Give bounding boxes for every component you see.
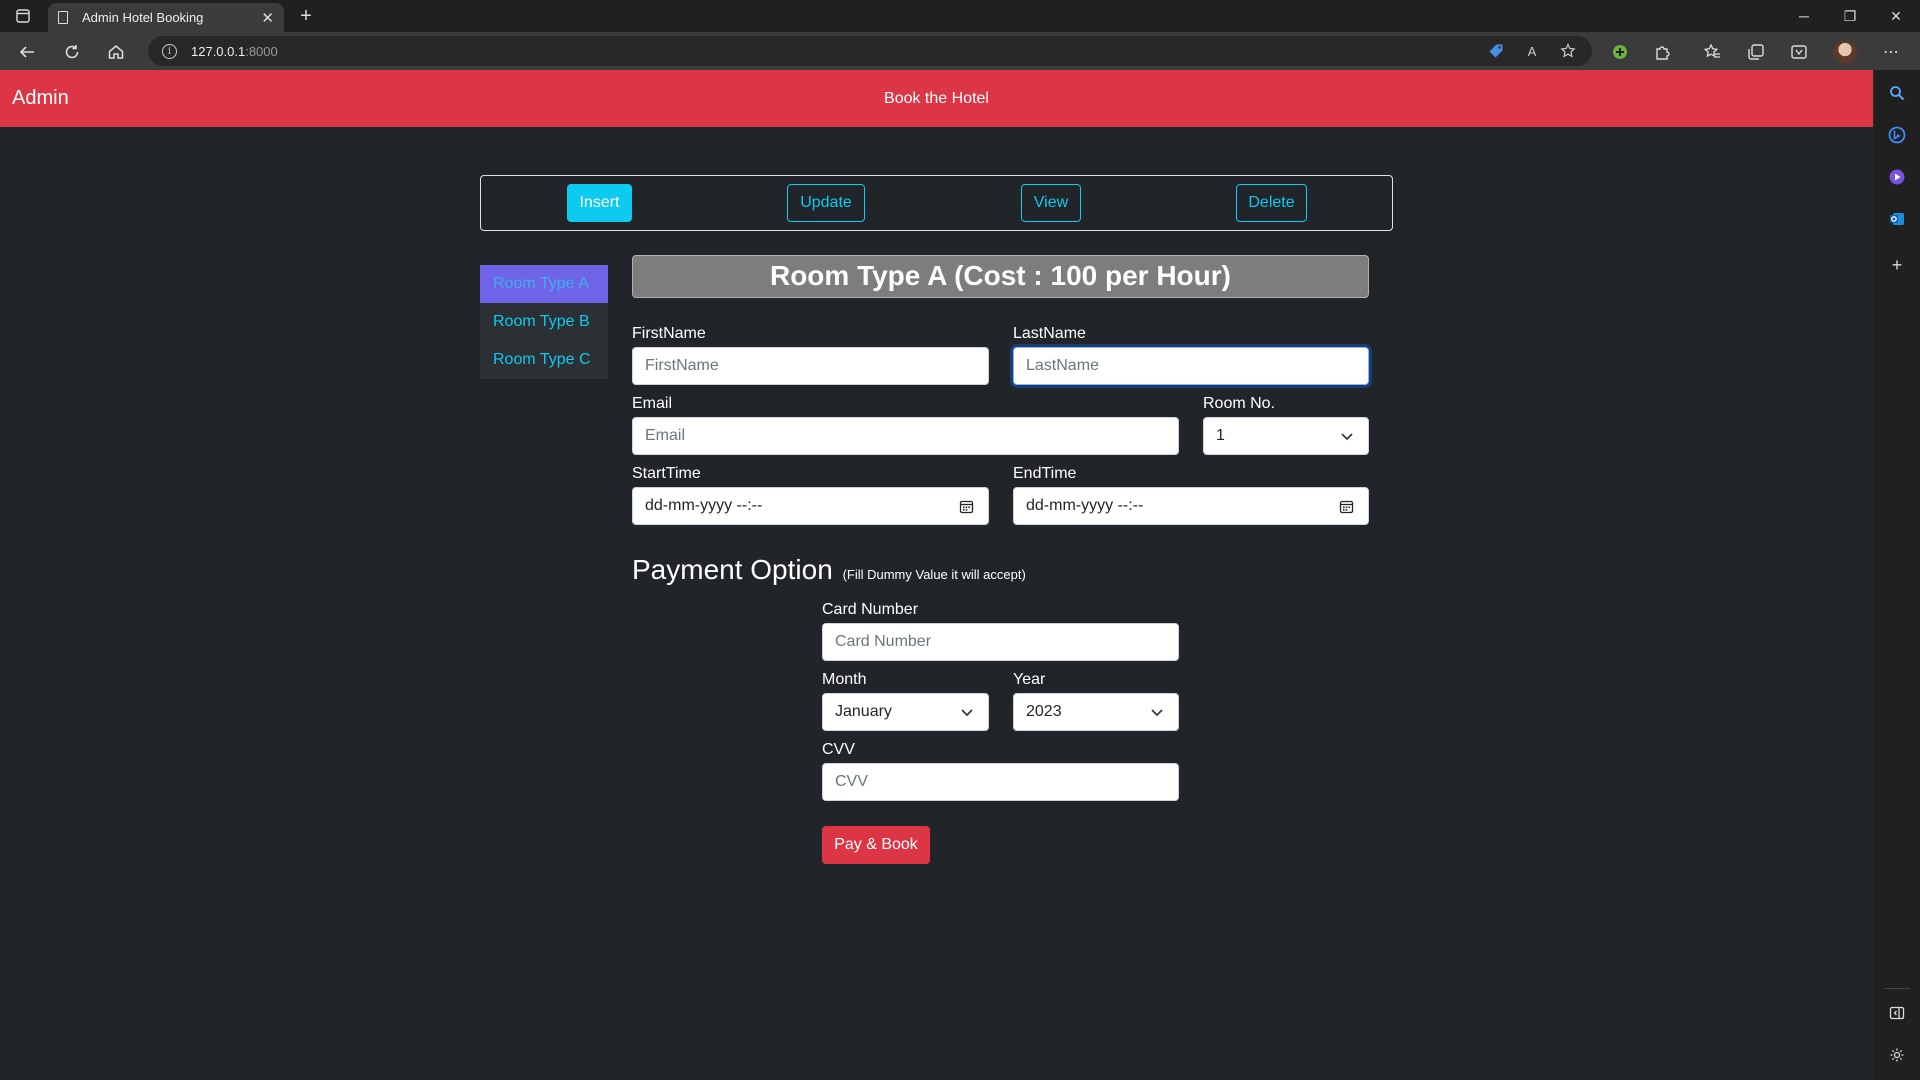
edge-sidebar: + xyxy=(1873,70,1920,1080)
page-icon xyxy=(58,11,68,24)
room-no-value: 1 xyxy=(1216,427,1225,444)
minimize-button[interactable]: ─ xyxy=(1781,0,1827,32)
action-toolbar: Insert Update View Delete xyxy=(480,175,1393,231)
view-button[interactable]: View xyxy=(1021,184,1081,222)
url-host: 127.0.0.1 xyxy=(191,43,246,59)
year-value: 2023 xyxy=(1026,703,1062,720)
refresh-icon[interactable] xyxy=(58,38,86,66)
calendar-icon[interactable] xyxy=(959,499,974,514)
browser-tab-bar: Admin Hotel Booking ✕ + ─ ❐ ✕ xyxy=(0,0,1920,32)
browser-tab[interactable]: Admin Hotel Booking ✕ xyxy=(48,3,284,32)
read-aloud-icon[interactable]: A xyxy=(1520,39,1544,63)
month-select[interactable]: January xyxy=(822,693,989,731)
card-number-label: Card Number xyxy=(822,601,919,618)
browser-essentials-icon[interactable] xyxy=(1785,38,1813,66)
starttime-value: dd-mm-yyyy --:-- xyxy=(645,497,763,514)
endtime-input[interactable]: dd-mm-yyyy --:-- xyxy=(1013,487,1369,525)
collections-icon[interactable] xyxy=(1742,38,1770,66)
page-content: Book the Hotel Admin Insert Update View … xyxy=(0,70,1873,1080)
calendar-icon[interactable] xyxy=(1339,499,1354,514)
room-no-label: Room No. xyxy=(1203,395,1276,412)
url-port: :8000 xyxy=(245,43,278,59)
navbar-brand[interactable]: Admin xyxy=(12,70,69,127)
room-no-select[interactable]: 1 xyxy=(1203,417,1369,455)
back-icon[interactable] xyxy=(13,38,41,66)
year-select[interactable]: 2023 xyxy=(1013,693,1179,731)
add-sidebar-app-icon[interactable]: + xyxy=(1884,252,1910,278)
tab-title: Admin Hotel Booking xyxy=(82,10,204,25)
navbar: Book the Hotel Admin xyxy=(0,70,1873,127)
payment-heading-text: Payment Option xyxy=(632,554,833,585)
month-label: Month xyxy=(822,671,867,688)
chevron-down-icon xyxy=(1151,709,1163,717)
update-button[interactable]: Update xyxy=(787,184,865,222)
browser-toolbar: i 127.0.0.1:8000 A ⋯ xyxy=(0,32,1920,70)
delete-button[interactable]: Delete xyxy=(1236,184,1307,222)
games-icon[interactable] xyxy=(1884,164,1910,190)
cvv-label: CVV xyxy=(822,741,855,758)
endtime-label: EndTime xyxy=(1013,465,1077,482)
room-type-c-tab[interactable]: Room Type C xyxy=(480,341,608,379)
new-tab-button[interactable]: + xyxy=(294,3,318,29)
month-value: January xyxy=(835,703,892,720)
room-title: Room Type A (Cost : 100 per Hour) xyxy=(632,255,1369,298)
endtime-value: dd-mm-yyyy --:-- xyxy=(1026,497,1144,514)
starttime-label: StartTime xyxy=(632,465,701,482)
favorite-star-icon[interactable] xyxy=(1556,39,1580,63)
payment-heading: Payment Option (Fill Dummy Value it will… xyxy=(632,554,1026,586)
firstname-label: FirstName xyxy=(632,325,706,342)
room-type-list: Room Type A Room Type B Room Type C xyxy=(480,265,608,379)
close-tab-icon[interactable]: ✕ xyxy=(261,9,274,27)
year-label: Year xyxy=(1013,671,1046,688)
home-icon[interactable] xyxy=(102,38,130,66)
card-number-input[interactable] xyxy=(822,623,1179,661)
payment-note: (Fill Dummy Value it will accept) xyxy=(842,567,1026,582)
chevron-down-icon xyxy=(1341,433,1353,441)
starttime-input[interactable]: dd-mm-yyyy --:-- xyxy=(632,487,989,525)
room-type-b-tab[interactable]: Room Type B xyxy=(480,303,608,341)
extension-green-icon[interactable] xyxy=(1606,38,1634,66)
restore-button[interactable]: ❐ xyxy=(1827,0,1873,32)
bing-copilot-icon[interactable] xyxy=(1884,122,1910,148)
tab-actions-icon[interactable] xyxy=(0,0,46,32)
close-window-button[interactable]: ✕ xyxy=(1873,0,1919,32)
extensions-puzzle-icon[interactable] xyxy=(1649,38,1677,66)
profile-avatar[interactable] xyxy=(1833,40,1857,64)
email-input[interactable] xyxy=(632,417,1179,455)
outlook-icon[interactable] xyxy=(1884,206,1910,232)
navbar-title[interactable]: Book the Hotel xyxy=(0,70,1873,127)
chevron-down-icon xyxy=(961,709,973,717)
room-type-a-tab[interactable]: Room Type A xyxy=(480,265,608,303)
pay-and-book-button[interactable]: Pay & Book xyxy=(822,826,930,864)
site-info-icon[interactable]: i xyxy=(162,43,177,59)
coupon-tag-icon[interactable] xyxy=(1484,39,1508,63)
address-bar[interactable]: i 127.0.0.1:8000 xyxy=(148,36,1592,66)
sidebar-divider xyxy=(1884,988,1910,989)
lastname-input[interactable] xyxy=(1013,347,1369,385)
hide-sidebar-icon[interactable] xyxy=(1884,1000,1910,1026)
search-icon[interactable] xyxy=(1884,80,1910,106)
firstname-input[interactable] xyxy=(632,347,989,385)
insert-button[interactable]: Insert xyxy=(567,184,632,222)
more-options-icon[interactable]: ⋯ xyxy=(1877,38,1905,66)
settings-gear-icon[interactable] xyxy=(1884,1042,1910,1068)
email-label: Email xyxy=(632,395,673,412)
favorites-icon[interactable] xyxy=(1698,38,1726,66)
cvv-input[interactable] xyxy=(822,763,1179,801)
lastname-label: LastName xyxy=(1013,325,1086,342)
